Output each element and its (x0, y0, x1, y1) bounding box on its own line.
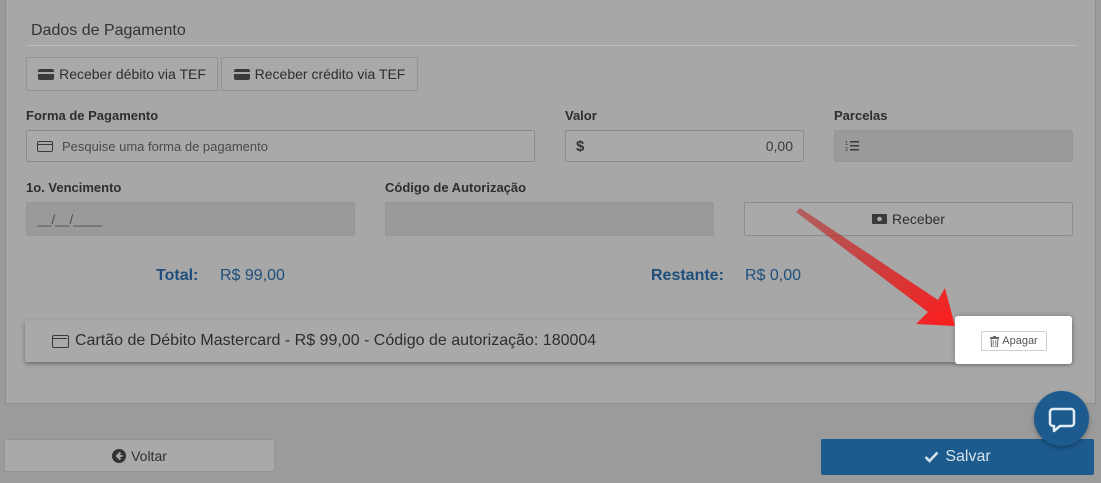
installments-label: Parcelas (834, 108, 888, 123)
chat-button[interactable] (1034, 391, 1089, 446)
receive-credit-tef-label: Receber crédito via TEF (254, 66, 406, 82)
payment-list-item: Cartão de Débito Mastercard - R$ 99,00 -… (25, 320, 1071, 362)
first-due-date-input[interactable] (37, 211, 354, 227)
back-button[interactable]: Voltar (4, 439, 275, 472)
check-icon (924, 451, 939, 463)
payment-description: Cartão de Débito Mastercard - R$ 99,00 -… (75, 332, 597, 349)
receive-credit-tef-button[interactable]: Receber crédito via TEF (221, 57, 418, 91)
credit-card-icon (233, 68, 250, 80)
total-label: Total: (156, 267, 199, 284)
money-icon (872, 214, 888, 224)
credit-card-icon (38, 68, 55, 80)
value-label: Valor (565, 108, 597, 123)
authorization-code-field[interactable] (385, 202, 714, 236)
receive-label: Receber (892, 211, 945, 227)
currency-symbol: $ (576, 137, 585, 155)
remaining-value: R$ 0,00 (745, 267, 802, 284)
svg-text:2: 2 (845, 147, 848, 152)
receive-debit-tef-label: Receber débito via TEF (59, 66, 206, 82)
value-input[interactable]: 0,00 (584, 138, 793, 154)
remaining-label: Restante: (651, 267, 724, 284)
first-due-date-field[interactable] (26, 202, 355, 236)
receive-debit-tef-button[interactable]: Receber débito via TEF (26, 57, 218, 91)
payment-method-field[interactable] (26, 130, 535, 162)
credit-card-icon (52, 334, 69, 348)
section-divider (26, 45, 1078, 46)
authorization-code-label: Código de Autorização (385, 180, 527, 195)
value-field[interactable]: $ 0,00 (565, 130, 804, 162)
payment-method-search-input[interactable] (62, 138, 534, 154)
chat-icon (1047, 404, 1077, 434)
payment-method-label: Forma de Pagamento (26, 108, 159, 123)
delete-payment-label: Apagar (1002, 335, 1038, 347)
list-ordered-icon: 1 2 (845, 140, 859, 152)
credit-card-icon (37, 140, 53, 152)
arrow-circle-left-icon (112, 448, 127, 463)
save-label: Salvar (945, 448, 991, 465)
trash-icon (990, 335, 1000, 347)
section-title: Dados de Pagamento (31, 22, 186, 39)
back-label: Voltar (131, 447, 167, 464)
first-due-date-label: 1o. Vencimento (26, 180, 122, 195)
total-value: R$ 99,00 (220, 267, 285, 284)
receive-button[interactable]: Receber (744, 202, 1073, 236)
installments-field[interactable]: 1 2 (834, 130, 1073, 162)
delete-payment-button[interactable]: Apagar (981, 331, 1047, 351)
